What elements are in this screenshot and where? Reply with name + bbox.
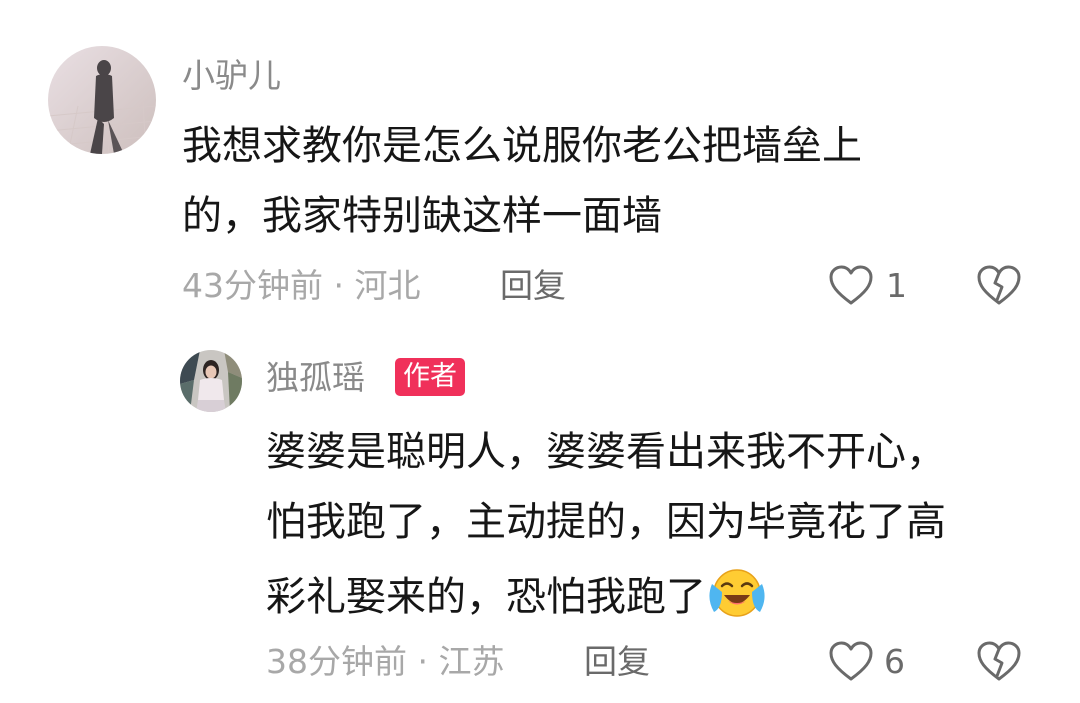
- comment-body-line: 婆婆是聪明人，婆婆看出来我不开心，: [266, 429, 946, 475]
- dislike-broken-heart-icon[interactable]: [976, 640, 1022, 686]
- like-count: 6: [884, 642, 905, 681]
- like-count: 1: [886, 266, 907, 305]
- author-avatar[interactable]: [180, 350, 242, 412]
- comment-body-line: 我想求教你是怎么说服你老公把墙垒上: [182, 123, 862, 169]
- comment-item: 小驴儿 我想求教你是怎么说服你老公把墙垒上 的，我家特别缺这样一面墙 43分钟前…: [0, 0, 1080, 330]
- crying-laughing-emoji-icon: [708, 568, 766, 629]
- comment-meta: 38分钟前 · 江苏: [266, 642, 505, 681]
- reply-comment-item: 独孤瑶 作者 婆婆是聪明人，婆婆看出来我不开心， 怕我跑了，主动提的，因为毕竟花…: [0, 330, 1080, 703]
- comment-body-text: 彩礼娶来的，恐怕我跑了: [266, 574, 706, 620]
- comment-username[interactable]: 小驴儿: [182, 56, 281, 96]
- dislike-broken-heart-icon[interactable]: [976, 264, 1022, 310]
- author-badge: 作者: [395, 358, 465, 396]
- like-heart-icon[interactable]: [828, 264, 874, 310]
- comment-meta: 43分钟前 · 河北: [182, 266, 421, 305]
- like-heart-icon[interactable]: [828, 640, 874, 686]
- user-avatar[interactable]: [48, 46, 156, 154]
- comment-body-line-with-emoji: 彩礼娶来的，恐怕我跑了: [266, 568, 766, 629]
- reply-button[interactable]: 回复: [500, 266, 566, 306]
- user-avatar-shadow-photo-icon: [48, 46, 156, 154]
- comment-body-line: 的，我家特别缺这样一面墙: [182, 193, 662, 239]
- reply-button[interactable]: 回复: [584, 642, 650, 682]
- comment-body-line: 怕我跑了，主动提的，因为毕竟花了高: [266, 499, 946, 545]
- author-avatar-photo-icon: [180, 350, 242, 412]
- author-username[interactable]: 独孤瑶: [266, 358, 365, 398]
